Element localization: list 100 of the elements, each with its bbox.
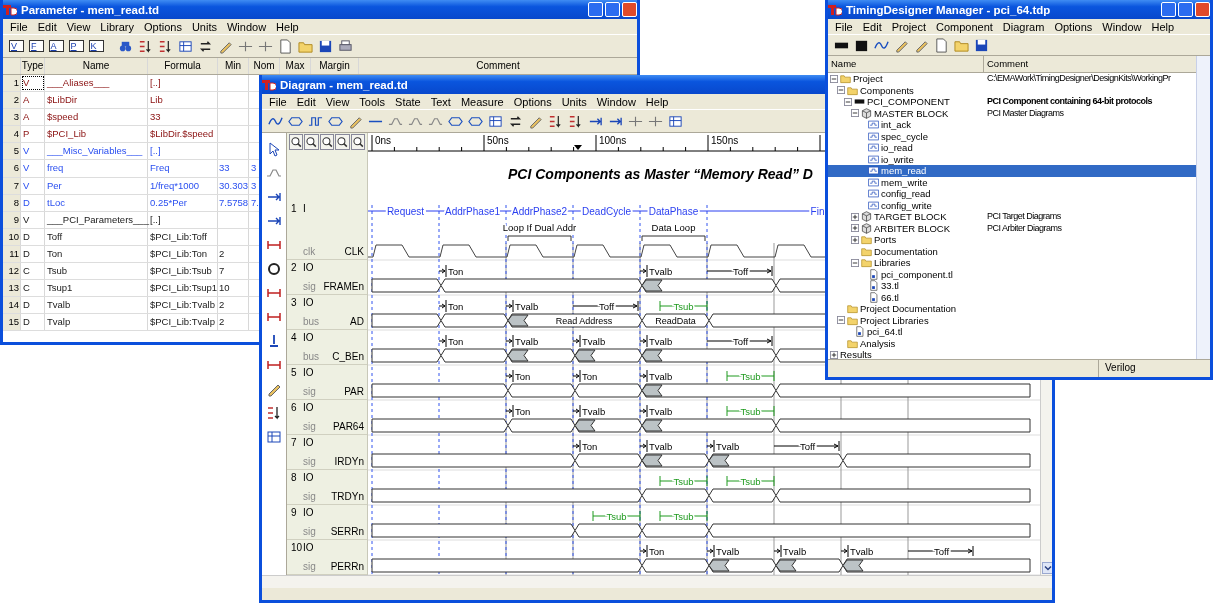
menu-item[interactable]: Library	[95, 20, 139, 33]
close-button[interactable]	[1195, 2, 1210, 17]
collapse-icon[interactable]	[837, 316, 845, 325]
column-header[interactable]: Margin	[311, 58, 359, 74]
menu-item[interactable]: View	[61, 20, 96, 33]
tree-item[interactable]: Components	[828, 84, 1196, 96]
zoom-icon[interactable]	[335, 134, 350, 150]
column-header[interactable]: Type	[21, 58, 45, 74]
menu-item[interactable]: Edit	[32, 20, 62, 33]
table-icon[interactable]	[488, 113, 503, 129]
menu-item[interactable]: File	[5, 20, 33, 33]
ring-icon[interactable]	[266, 261, 282, 277]
tree-item[interactable]: io_write	[828, 153, 1196, 165]
filter-toggle[interactable]: K	[88, 40, 104, 52]
table-icon[interactable]	[177, 38, 193, 54]
expand-icon[interactable]	[851, 235, 859, 244]
tree-item[interactable]: pci_64.tl	[828, 326, 1196, 338]
horizontal-scrollbar[interactable]	[262, 575, 1052, 588]
tree-item[interactable]: spec_cycle	[828, 130, 1196, 142]
tree-item[interactable]: Documentation	[828, 245, 1196, 257]
tree-item[interactable]: 33.tl	[828, 280, 1196, 292]
tree-item[interactable]: 66.tl	[828, 291, 1196, 303]
zoom-icon[interactable]	[289, 134, 304, 150]
tree-item[interactable]: Project Libraries	[828, 314, 1196, 326]
tree-item[interactable]: int_ack	[828, 119, 1196, 131]
new-page-icon[interactable]	[277, 38, 293, 54]
column-header[interactable]: Nom	[249, 58, 280, 74]
menu-item[interactable]: Edit	[291, 95, 321, 108]
time-marker-icon[interactable]	[574, 145, 582, 150]
menu-item[interactable]: Window	[1097, 20, 1147, 33]
menu-item[interactable]: Component	[930, 20, 998, 33]
save-icon[interactable]	[974, 37, 989, 53]
tree-item[interactable]: config_write	[828, 199, 1196, 211]
sort-icon[interactable]	[137, 38, 153, 54]
zoom-icon[interactable]	[350, 134, 366, 150]
printer-icon[interactable]	[337, 38, 353, 54]
menu-item[interactable]: Text	[425, 95, 456, 108]
tree-item[interactable]: Libraries	[828, 257, 1196, 269]
column-header[interactable]: Comment	[984, 56, 1029, 72]
filter-toggle[interactable]: F	[29, 40, 44, 52]
collapse-icon[interactable]	[851, 109, 859, 118]
menu-item[interactable]: Help	[271, 20, 304, 33]
cursor-icon[interactable]	[266, 141, 282, 157]
menu-item[interactable]: Edit	[857, 20, 887, 33]
tree-item[interactable]: mem_read	[828, 165, 1196, 177]
signal-name[interactable]: SERRn	[330, 526, 364, 537]
filter-toggle[interactable]: P	[68, 40, 84, 52]
menu-item[interactable]: Window	[221, 20, 272, 33]
column-header[interactable]: Comment	[359, 58, 637, 74]
table-icon[interactable]	[668, 113, 683, 129]
tree-item[interactable]: Project Documentation	[828, 303, 1196, 315]
column-header[interactable]: Name	[828, 56, 984, 72]
tree-item[interactable]: mem_write	[828, 176, 1196, 188]
signal-name[interactable]: AD	[350, 316, 364, 327]
tree-item[interactable]: TARGET BLOCK PCI Target Diagrams	[828, 211, 1196, 223]
maximize-button[interactable]	[605, 2, 620, 17]
tree-item[interactable]: Analysis	[828, 337, 1196, 349]
menu-item[interactable]: View	[320, 95, 355, 108]
sort-icon[interactable]	[266, 405, 282, 421]
collapse-icon[interactable]	[844, 97, 852, 106]
signal-name[interactable]: FRAMEn	[323, 281, 364, 292]
menu-item[interactable]: State	[390, 95, 426, 108]
menu-item[interactable]: Help	[1146, 20, 1180, 33]
signal-name[interactable]: TRDYn	[331, 491, 364, 502]
tree-item[interactable]: Results	[828, 349, 1196, 359]
menu-item[interactable]: Tools	[354, 95, 391, 108]
menu-item[interactable]: Units	[556, 95, 592, 108]
menu-item[interactable]: Help	[640, 95, 674, 108]
column-header[interactable]: Name	[45, 58, 148, 74]
signal-name[interactable]: PAR64	[333, 421, 364, 432]
tree-item[interactable]: Ports	[828, 234, 1196, 246]
filter-toggle[interactable]: A	[48, 40, 64, 52]
column-header[interactable]: Max	[280, 58, 311, 74]
minimize-button[interactable]	[588, 2, 603, 17]
menu-item[interactable]: Options	[508, 95, 557, 108]
zoom-icon[interactable]	[319, 134, 335, 150]
tree-item[interactable]: MASTER BLOCK PCI Master Diagrams	[828, 107, 1196, 119]
sort-icon[interactable]	[548, 113, 563, 129]
zoom-icon[interactable]	[304, 134, 319, 150]
menu-item[interactable]: Project	[886, 20, 931, 33]
filter-toggle[interactable]: V	[9, 40, 24, 52]
tree-item[interactable]: Project C:\EMAWork\TimingDesigner\DesignKits\WorkingPr	[828, 73, 1196, 85]
table-icon[interactable]	[266, 429, 282, 445]
signal-name[interactable]: CLK	[344, 246, 364, 257]
menu-item[interactable]: Units	[186, 20, 222, 33]
scroll-down-button[interactable]	[1042, 562, 1052, 574]
column-header[interactable]: Min	[218, 58, 249, 74]
tree-item[interactable]: pci_component.tl	[828, 268, 1196, 280]
menu-item[interactable]: Options	[139, 20, 187, 33]
menu-item[interactable]: Measure	[455, 95, 509, 108]
menu-item[interactable]: Options	[1049, 20, 1098, 33]
collapse-icon[interactable]	[830, 74, 838, 83]
menu-item[interactable]: File	[830, 20, 858, 33]
signal-name[interactable]: PERRn	[330, 561, 364, 572]
tree-item[interactable]: ARBITER BLOCK PCI Arbiter Diagrams	[828, 222, 1196, 234]
tree-item[interactable]: config_read	[828, 188, 1196, 200]
vertical-scrollbar[interactable]	[1196, 56, 1210, 359]
collapse-icon[interactable]	[851, 258, 859, 267]
expand-icon[interactable]	[851, 224, 859, 233]
sort-icon[interactable]	[157, 38, 173, 54]
